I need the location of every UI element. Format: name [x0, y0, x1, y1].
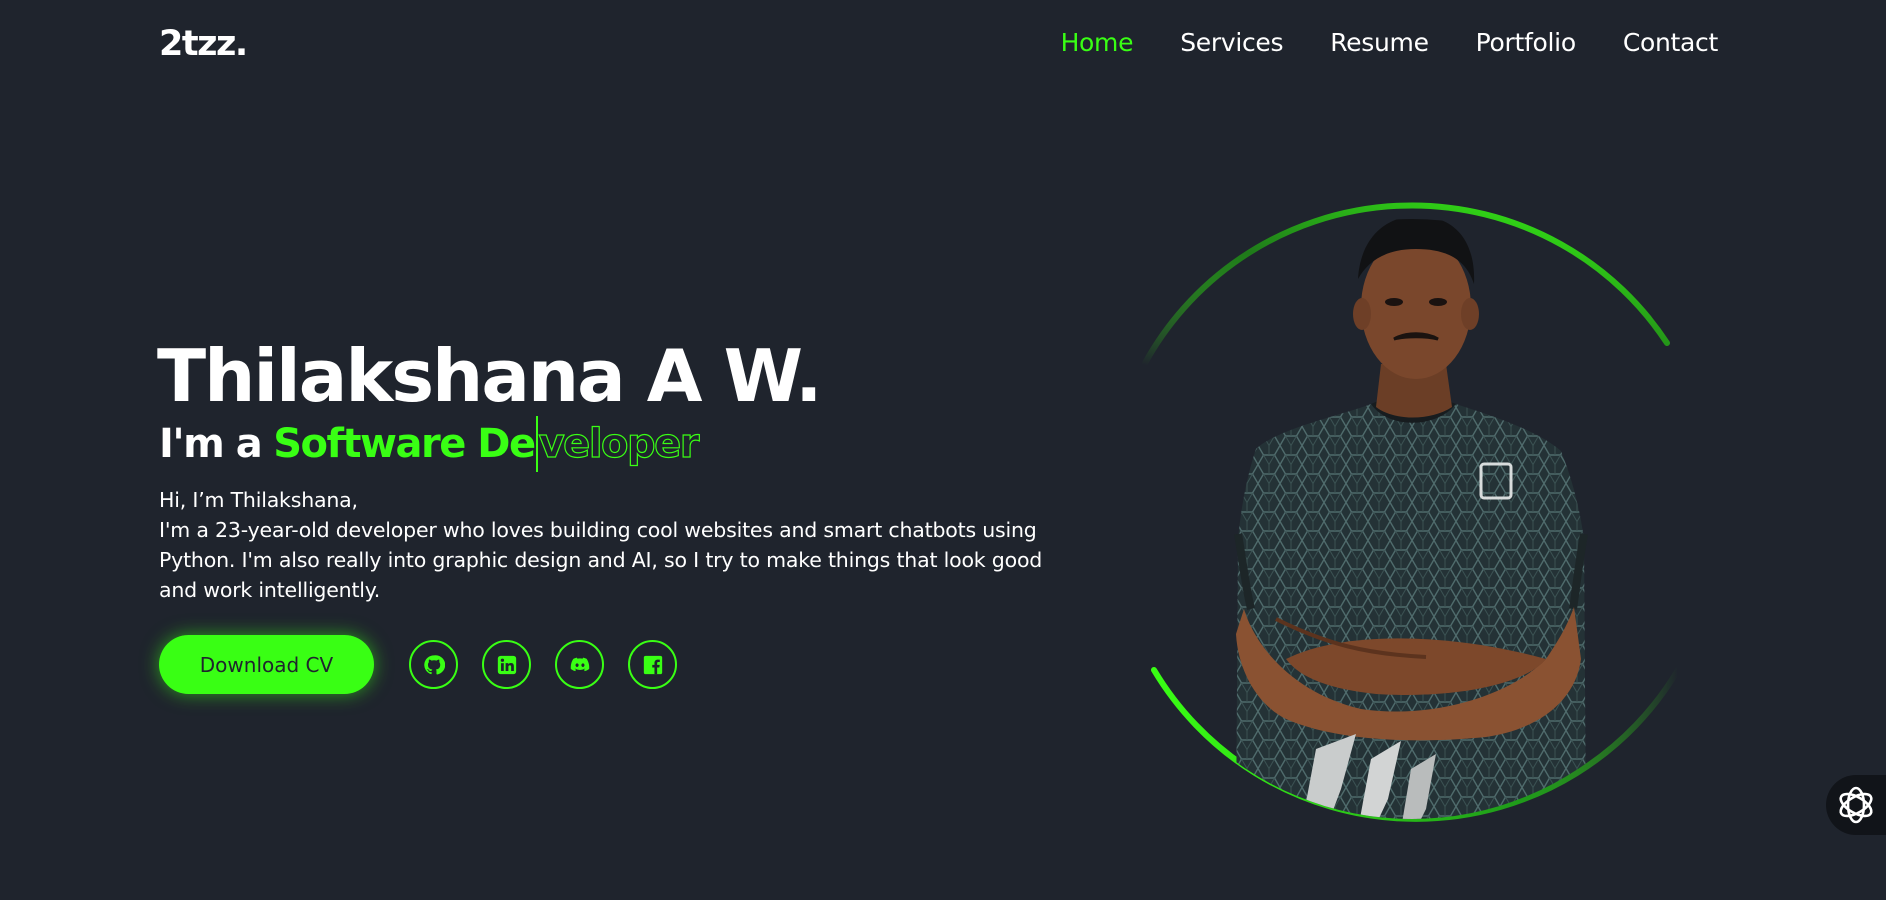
intro-line-1: I'm a 23-year-old developer who loves bu… [159, 518, 1037, 542]
facebook-icon [643, 655, 662, 674]
role-typed-text: Software De [273, 421, 536, 467]
github-link[interactable] [409, 640, 458, 689]
openai-icon [1839, 786, 1873, 824]
nav-services[interactable]: Services [1180, 28, 1283, 57]
hero-portrait [1126, 189, 1698, 829]
nav-contact[interactable]: Contact [1623, 28, 1718, 57]
hero-role: I'm a Software De veloper [159, 416, 700, 472]
profile-photo [1234, 219, 1588, 819]
linkedin-icon [497, 655, 516, 674]
hero-name: Thilakshana A W. [157, 334, 822, 418]
hero-intro: Hi, I’m Thilakshana, I'm a 23-year-old d… [159, 485, 1059, 605]
chat-widget-button[interactable] [1826, 775, 1886, 835]
facebook-link[interactable] [628, 640, 677, 689]
main-nav: Home Services Resume Portfolio Contact [1061, 28, 1719, 57]
intro-line-3: and work intelligently. [159, 578, 381, 602]
site-logo[interactable]: 2tzz. [159, 24, 248, 64]
page: 2tzz. Home Services Resume Portfolio Con… [0, 0, 1886, 900]
nav-portfolio[interactable]: Portfolio [1476, 28, 1576, 57]
nav-home[interactable]: Home [1061, 28, 1134, 57]
intro-line-2: Python. I'm also really into graphic des… [159, 548, 1043, 572]
download-cv-button[interactable]: Download CV [159, 635, 374, 694]
discord-link[interactable] [555, 640, 604, 689]
nav-resume[interactable]: Resume [1330, 28, 1429, 57]
role-prefix: I'm a [159, 421, 263, 467]
intro-greeting: Hi, I’m Thilakshana, [159, 488, 358, 512]
discord-icon [570, 657, 589, 671]
typing-caret [535, 416, 538, 472]
linkedin-link[interactable] [482, 640, 531, 689]
github-icon [423, 654, 445, 674]
role-outline-text: veloper [538, 420, 700, 467]
social-links [409, 640, 677, 689]
